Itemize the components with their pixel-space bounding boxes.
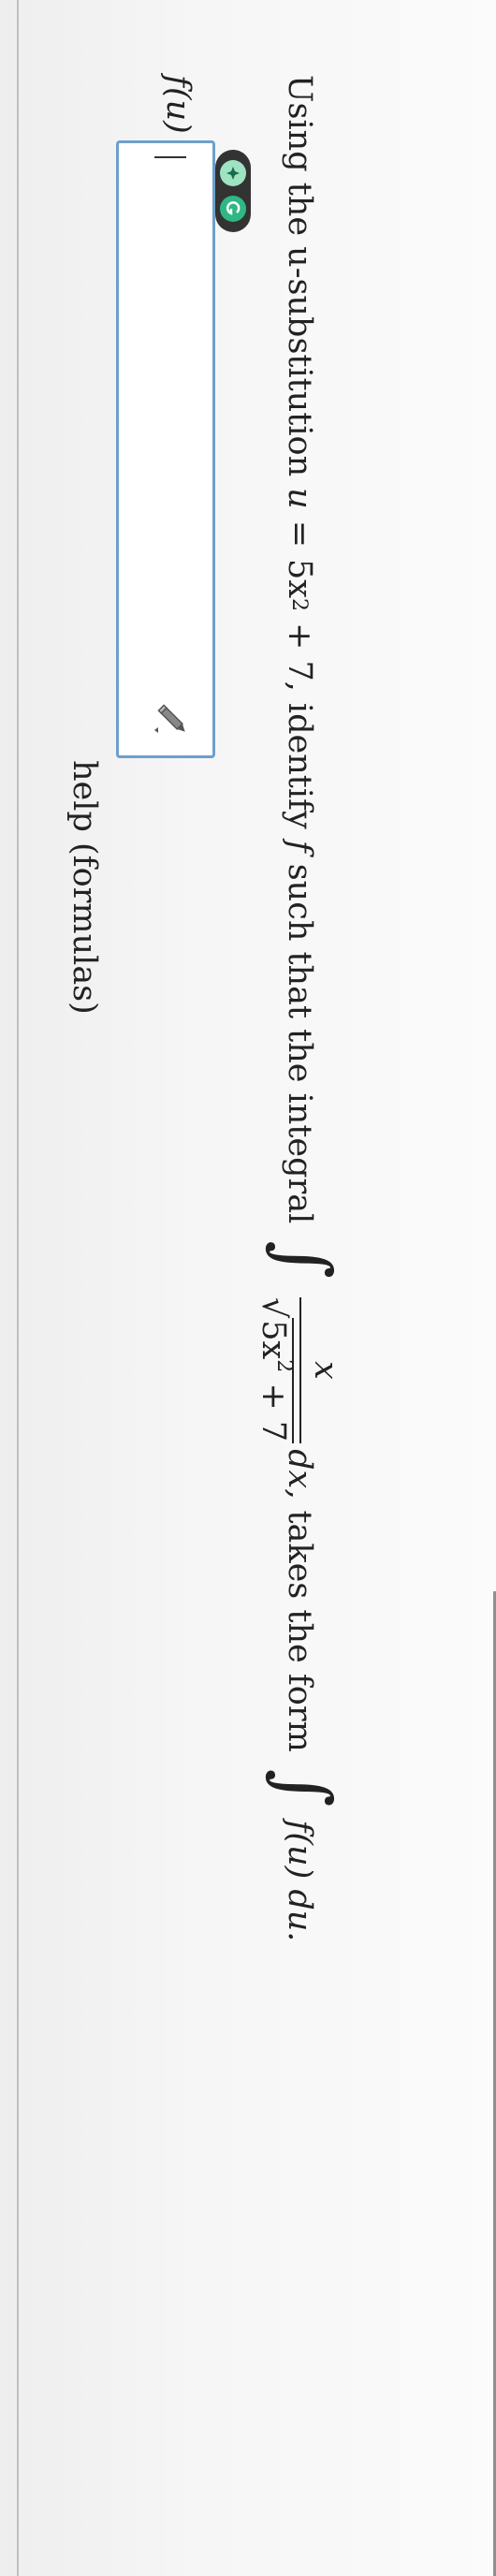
f-variable: f	[281, 840, 318, 853]
page-canvas: Using the u-substitution u = 5x 2 + 7, id…	[0, 0, 496, 2576]
question-prefix: Using the u-substitution	[281, 75, 318, 477]
substitution-base: 5x	[281, 559, 318, 599]
sparkle-icon[interactable]	[220, 160, 246, 186]
assistant-badge[interactable]	[215, 150, 251, 232]
fraction-numerator: x	[307, 1361, 344, 1380]
u-variable: u	[281, 488, 318, 509]
question-text: Using the u-substitution u = 5x 2 + 7, id…	[234, 75, 365, 1941]
form-expression: f(u) du.	[281, 1820, 318, 1942]
fraction-bar	[299, 1296, 301, 1444]
dx-text: dx,	[281, 1449, 318, 1500]
integrand-fraction: x √5x2 + 7	[255, 1296, 344, 1444]
integral-sign: ∫	[261, 1240, 345, 1279]
radicand-base: 5x	[255, 1320, 292, 1360]
fraction-denominator: √5x2 + 7	[255, 1296, 299, 1444]
radicand-tail: + 7	[255, 1383, 292, 1442]
text-caret	[154, 156, 186, 158]
substitution-tail: + 7,	[281, 622, 318, 692]
integral-sign-2: ∫	[261, 1768, 345, 1808]
question-mid-2: such that the integral	[281, 863, 318, 1224]
help-formulas-link[interactable]: help (formulas)	[66, 760, 103, 1015]
takes-form-text: takes the form	[281, 1510, 318, 1752]
equals-sign: =	[281, 520, 318, 549]
radicand-exponent: 2	[272, 1359, 296, 1373]
pencil-icon[interactable]	[153, 699, 194, 740]
question-mid: identify	[281, 702, 318, 829]
grammar-check-icon[interactable]	[220, 196, 246, 222]
divider-line	[17, 0, 19, 2576]
sqrt-sign: √	[255, 1296, 292, 1319]
substitution-exponent: 2	[287, 598, 312, 612]
answer-input[interactable]	[116, 140, 215, 758]
radicand: 5x2 + 7	[255, 1318, 296, 1444]
